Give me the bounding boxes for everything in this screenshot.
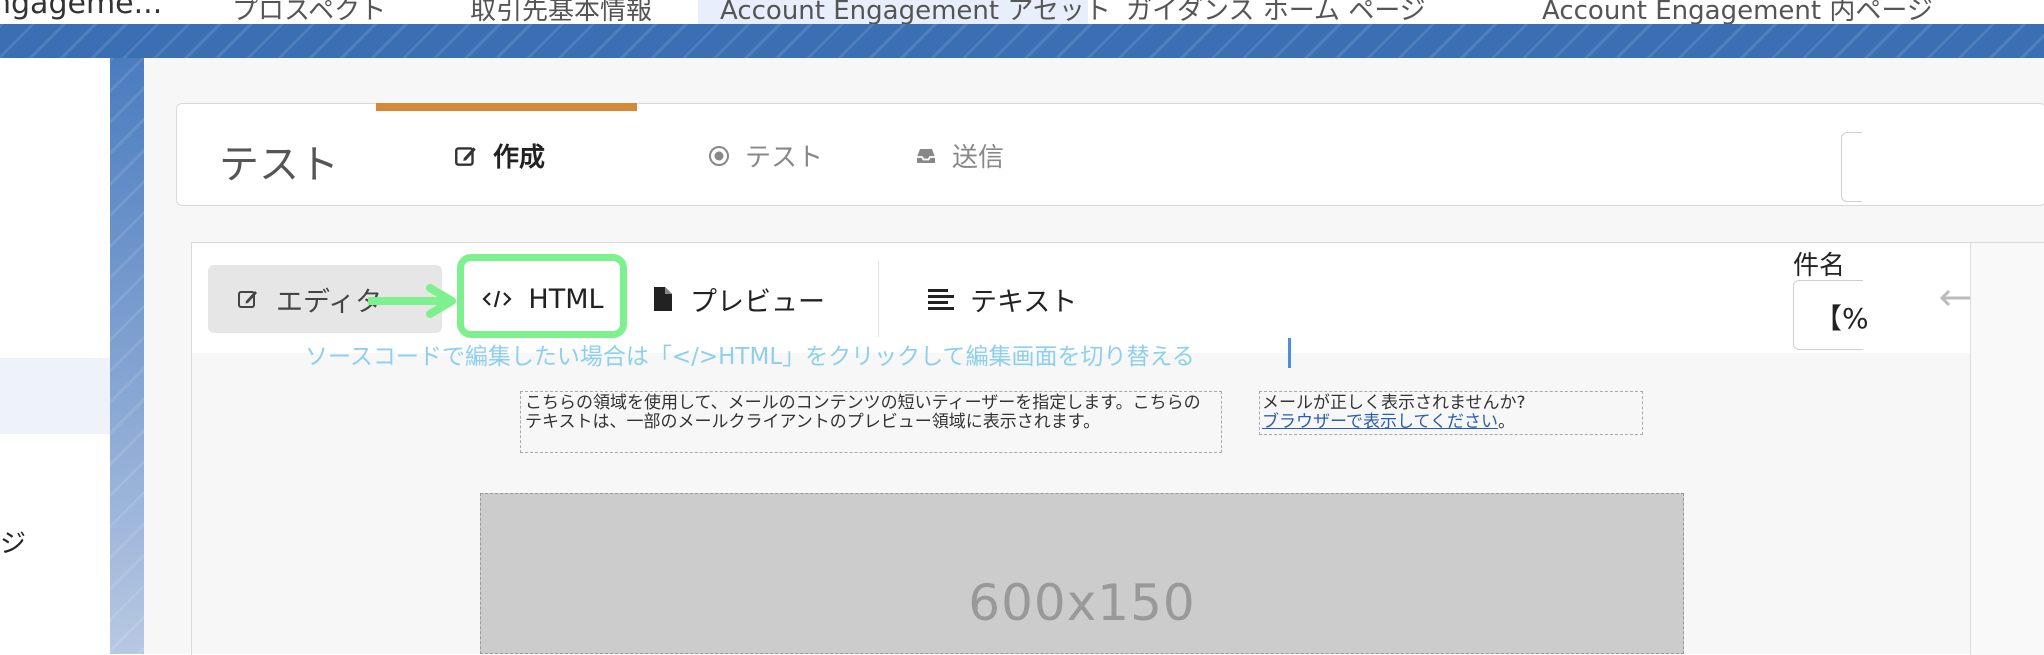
left-sidebar: ジ (0, 58, 110, 654)
app-background-strip (110, 58, 144, 654)
annotation-instruction: ソースコードで編集したい場合は「</>HTML」をクリックして編集画面を切り替え… (305, 344, 1195, 370)
app-header-band (0, 24, 2044, 58)
view-online-suffix: 。 (1497, 412, 1515, 432)
browser-tab-label: Account Engagement アセット (720, 0, 1111, 24)
step-label: 送信 (952, 143, 1005, 173)
image-placeholder[interactable]: 600x150 (480, 493, 1684, 654)
browser-tab[interactable]: プロスペクト (232, 0, 386, 24)
page-title: テスト (219, 142, 339, 188)
edit-icon (238, 291, 257, 308)
email-header-card: テスト 作成 テスト 送信 (176, 103, 2044, 206)
align-left-icon (928, 289, 954, 310)
sidebar-selected-item[interactable] (0, 358, 110, 434)
file-icon (654, 287, 672, 311)
step-compose[interactable]: 作成 (453, 137, 545, 174)
active-step-indicator (376, 103, 637, 111)
browser-tab[interactable]: Account Engagement 内ページ (1542, 0, 1933, 24)
inbox-icon (917, 148, 935, 163)
preheader-text: こちらの領域を使用して、メールのコンテンツの短いティーザーを指定します。こちらの… (525, 393, 1201, 432)
browser-tab[interactable]: ガイダンス ホーム ページ (1126, 0, 1426, 24)
sidebar-item-label[interactable]: ジ (0, 523, 26, 560)
toolbar-divider (878, 261, 879, 337)
view-online-region[interactable]: メールが正しく表示されませんか? ブラウザーで表示してください。 (1259, 391, 1643, 435)
browser-tab-strip: ngageme... プロスペクト 取引先基本情報 Account Engage… (0, 0, 2044, 24)
target-icon (709, 145, 729, 166)
arrow-right-icon (368, 284, 456, 318)
subject-input[interactable]: 【% (1793, 280, 1869, 350)
panel-button[interactable] (1841, 132, 1862, 202)
browser-tab[interactable]: ngageme... (0, 0, 162, 21)
step-send[interactable]: 送信 (914, 137, 1004, 174)
subject-label: 件名 (1793, 251, 1846, 281)
browser-tab-active[interactable]: Account Engagement アセット (698, 0, 1111, 24)
html-button-highlight (457, 254, 627, 338)
edit-icon (455, 146, 476, 166)
preheader-text-region[interactable]: こちらの領域を使用して、メールのコンテンツの短いティーザーを指定します。こちらの… (520, 391, 1222, 453)
image-placeholder-label: 600x150 (968, 574, 1196, 632)
step-label: 作成 (493, 143, 546, 173)
view-in-browser-link[interactable]: ブラウザーで表示してください (1262, 412, 1498, 432)
preview-mode-label: プレビュー (690, 286, 825, 318)
preview-mode-button[interactable]: プレビュー (652, 265, 825, 333)
step-test[interactable]: テスト (707, 137, 823, 174)
text-caret (1288, 338, 1291, 368)
text-mode-label: テキスト (970, 286, 1078, 318)
step-label: テスト (745, 143, 824, 173)
text-mode-button[interactable]: テキスト (928, 265, 1077, 333)
view-online-prefix: メールが正しく表示されませんか? (1262, 393, 1526, 413)
subject-value: 【% (1814, 302, 1869, 335)
properties-panel (1971, 243, 2044, 655)
browser-tab[interactable]: 取引先基本情報 (470, 0, 652, 24)
